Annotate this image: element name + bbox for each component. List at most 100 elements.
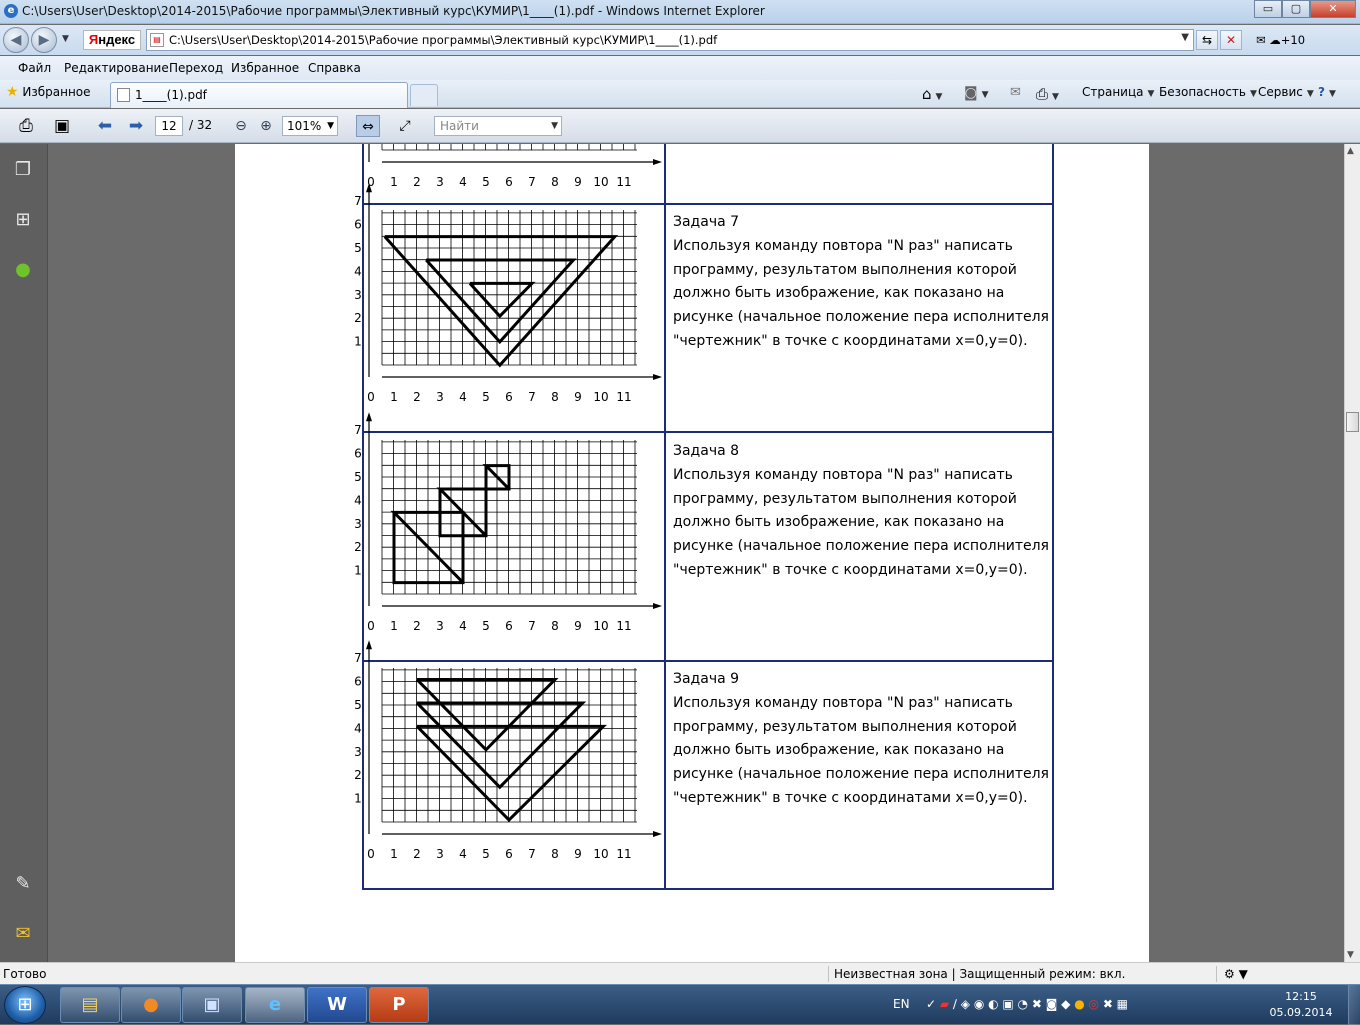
language-indicator[interactable]: EN <box>893 997 910 1011</box>
x-tick-label: 4 <box>459 847 467 861</box>
scroll-down-icon[interactable]: ▼ <box>1347 950 1354 960</box>
help-panel-icon[interactable]: ● <box>11 258 35 282</box>
taskbar-powerpoint-icon[interactable]: P <box>369 987 429 1023</box>
read-mail-icon[interactable]: ✉ <box>1010 85 1021 100</box>
favorites-button[interactable]: ★ Избранное <box>6 84 91 100</box>
zoom-select[interactable]: 101% ▼ <box>282 116 338 136</box>
zoom-in-icon[interactable]: ⊕ <box>254 115 278 137</box>
menu-go[interactable]: Переход <box>169 61 223 75</box>
binoculars-icon[interactable]: ⊞ <box>11 208 35 232</box>
help-icon[interactable]: ? ▼ <box>1318 85 1336 99</box>
task9-triangle-middle <box>415 701 587 790</box>
refresh-button[interactable]: ⇆ <box>1196 30 1218 50</box>
vertical-scrollbar[interactable]: ▲ ▼ <box>1344 144 1360 962</box>
menu-help[interactable]: Справка <box>308 61 361 75</box>
x-tick-label: 10 <box>593 175 608 189</box>
y-tick-label: 3 <box>354 517 362 531</box>
x-tick-label: 2 <box>413 619 421 633</box>
address-bar-row: ◀ ▶ ▼ Яндекс ▤ C:\Users\User\Desktop\201… <box>0 25 1360 55</box>
x-tick-label: 7 <box>528 390 536 404</box>
scroll-up-icon[interactable]: ▲ <box>1347 146 1354 156</box>
minimize-button[interactable]: ▭ <box>1254 0 1282 18</box>
address-field[interactable]: ▤ C:\Users\User\Desktop\2014-2015\Рабочи… <box>146 29 1194 51</box>
fit-width-icon[interactable]: ⇔ <box>356 115 380 137</box>
page-menu[interactable]: Страница ▼ <box>1082 85 1154 99</box>
attachment-icon[interactable]: ✎ <box>11 872 35 896</box>
start-button[interactable]: ⊞ <box>4 986 46 1024</box>
menu-bar: Файл Редактирование Переход Избранное Сп… <box>0 56 1360 80</box>
star-icon: ★ <box>6 84 19 100</box>
forward-button[interactable]: ▶ <box>31 27 57 53</box>
fit-page-icon[interactable]: ⤢ <box>393 115 417 137</box>
menu-favorites[interactable]: Избранное <box>231 61 299 75</box>
x-tick-label: 7 <box>528 175 536 189</box>
previous-page-icon[interactable]: ⬅ <box>93 115 117 137</box>
stop-button[interactable]: ✕ <box>1220 30 1242 50</box>
document-viewer[interactable]: 0 1 2 3 4 5 6 7 8 9 10 11 0 1 2 3 4 5 6 7 8 9 10 11 1 2 3 4 5 6 7 0 1 2 3 4… <box>48 144 1344 962</box>
y-axis-arrow <box>366 412 372 422</box>
pages-panel-icon[interactable]: ❐ <box>11 158 35 182</box>
history-dropdown-icon[interactable]: ▼ <box>62 34 69 44</box>
print-icon[interactable]: ⎙ ▼ <box>1036 85 1059 103</box>
x-tick-label: 11 <box>616 390 631 404</box>
taskbar-firefox-icon[interactable]: ● <box>121 987 181 1023</box>
x-tick-label: 0 <box>367 390 375 404</box>
security-zone[interactable]: Неизвестная зона | Защищенный режим: вкл… <box>834 967 1125 981</box>
close-button[interactable]: ✕ <box>1310 0 1356 18</box>
task-9-text: Задача 9 Используя команду повтора "N ра… <box>673 668 1053 811</box>
tray-icons[interactable]: ✓ ▰ ∕ ◈ ◉ ◐ ▣ ◔ ✖ ◙ ◆ ● ◎ ✖ ▦ <box>926 997 1128 1011</box>
zoom-status-icon[interactable]: ⚙ ▼ <box>1224 967 1248 981</box>
clock[interactable]: 12:15 05.09.2014 <box>1266 989 1336 1021</box>
menu-edit[interactable]: Редактирование <box>64 61 169 75</box>
zoom-out-icon[interactable]: ⊖ <box>229 115 253 137</box>
task-title: Задача 8 <box>673 443 740 459</box>
cloud-icon: ☁ <box>1269 33 1281 47</box>
taskbar-explorer-icon[interactable]: ▤ <box>60 987 120 1023</box>
next-page-icon[interactable]: ➡ <box>124 115 148 137</box>
address-dropdown-icon[interactable]: ▼ <box>1181 32 1189 43</box>
task-8-text: Задача 8 Используя команду повтора "N ра… <box>673 440 1053 583</box>
x-tick-label: 2 <box>413 847 421 861</box>
comments-icon[interactable]: ✉ <box>11 922 35 946</box>
x-tick-label: 11 <box>616 175 631 189</box>
x-tick-label: 9 <box>574 847 582 861</box>
yandex-button[interactable]: Яндекс <box>83 30 141 50</box>
find-dropdown-icon: ▼ <box>551 121 558 131</box>
title-bar: e C:\Users\User\Desktop\2014-2015\Рабочи… <box>0 0 1360 24</box>
new-tab-button[interactable] <box>410 84 438 106</box>
taskbar-remote-desktop-icon[interactable]: ▣ <box>182 987 242 1023</box>
maximize-button[interactable]: ▢ <box>1282 0 1310 18</box>
y-tick-label: 5 <box>354 470 362 484</box>
pdf-file-icon: ▤ <box>150 33 164 47</box>
weather-widget[interactable]: ✉ ☁+10 <box>1256 30 1342 50</box>
safety-menu[interactable]: Безопасность ▼ <box>1159 85 1257 99</box>
x-tick-label: 5 <box>482 847 490 861</box>
tab-pdf[interactable]: 1____(1).pdf <box>110 82 408 108</box>
rss-icon[interactable]: ◙ ▼ <box>964 85 989 101</box>
y-tick-label: 1 <box>354 564 362 578</box>
menu-file[interactable]: Файл <box>18 61 51 75</box>
find-input[interactable]: Найти ▼ <box>434 116 562 136</box>
taskbar-word-icon[interactable]: W <box>307 987 367 1023</box>
task-title: Задача 9 <box>673 671 740 687</box>
x-tick-label: 8 <box>551 619 559 633</box>
show-desktop-button[interactable] <box>1348 985 1360 1025</box>
y-tick-label: 3 <box>354 288 362 302</box>
page-number-input[interactable]: 12 <box>155 116 183 136</box>
x-tick-label: 4 <box>459 619 467 633</box>
scroll-thumb[interactable] <box>1346 412 1359 432</box>
x-tick-label: 1 <box>390 847 398 861</box>
task-title: Задача 7 <box>673 214 740 230</box>
save-icon[interactable]: ▣ <box>50 115 74 137</box>
task7-triangle-inner <box>468 281 536 319</box>
y-tick-label: 7 <box>354 423 362 437</box>
x-tick-label: 8 <box>551 390 559 404</box>
x-tick-label: 6 <box>505 619 513 633</box>
tools-menu[interactable]: Сервис ▼ <box>1258 85 1314 99</box>
taskbar-ie-icon[interactable]: e <box>245 987 305 1023</box>
back-button[interactable]: ◀ <box>3 27 29 53</box>
pdf-print-icon[interactable]: ⎙ <box>14 115 38 137</box>
y-tick-label: 5 <box>354 698 362 712</box>
window-title: C:\Users\User\Desktop\2014-2015\Рабочие … <box>22 4 765 18</box>
home-icon[interactable]: ⌂ ▼ <box>922 85 942 103</box>
